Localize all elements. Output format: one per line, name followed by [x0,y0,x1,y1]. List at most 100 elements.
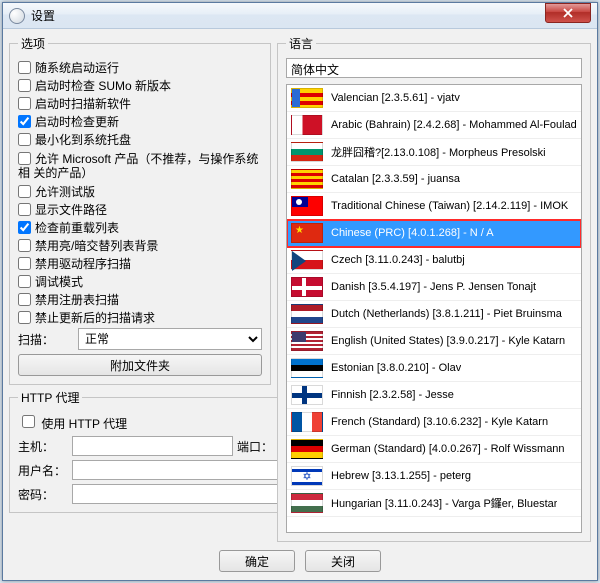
language-label: Arabic (Bahrain) [2.4.2.68] - Mohammed A… [331,119,577,131]
option-item[interactable]: 检查前重载列表 [18,220,262,236]
footer: 确定 关闭 [9,546,591,574]
language-label: Czech [3.11.0.243] - balutbj [331,254,465,266]
bahrain-flag-icon [291,115,323,135]
option-checkbox[interactable] [18,293,31,306]
language-item[interactable]: Arabic (Bahrain) [2.4.2.68] - Mohammed A… [287,112,581,139]
option-checkbox[interactable] [18,203,31,216]
option-label: 调试模式 [35,275,83,289]
language-item[interactable]: Valencian [2.3.5.61] - vjatv [287,85,581,112]
option-item[interactable]: 允许 Microsoft 产品（不推荐，与操作系统相 关的产品） [18,150,262,182]
language-item[interactable]: Finnish [2.3.2.58] - Jesse [287,382,581,409]
option-checkbox[interactable] [18,311,31,324]
option-checkbox[interactable] [18,221,31,234]
language-item[interactable]: Czech [3.11.0.243] - balutbj [287,247,581,274]
option-label: 显示文件路径 [35,203,107,217]
option-item[interactable]: 允许测试版 [18,184,262,200]
language-label: Finnish [2.3.2.58] - Jesse [331,389,454,401]
language-list[interactable]: Valencian [2.3.5.61] - vjatv Arabic (Bahr… [286,84,582,533]
france-flag-icon [291,412,323,432]
close-icon [563,8,573,18]
option-item[interactable]: 禁用注册表扫描 [18,292,262,308]
language-label: German (Standard) [4.0.0.267] - Rolf Wis… [331,443,565,455]
language-label: Hungarian [3.11.0.243] - Varga P鑼er, Blu… [331,495,557,511]
hungary-flag-icon [291,493,323,513]
language-item[interactable]: 龙胖囧稽?[2.13.0.108] - Morpheus Presolski [287,139,581,166]
option-label: 检查前重载列表 [35,221,119,235]
czech-flag-icon [291,250,323,270]
usa-flag-icon [291,331,323,351]
option-checkbox[interactable] [18,275,31,288]
option-item[interactable]: 禁用驱动程序扫描 [18,256,262,272]
option-label: 禁止更新后的扫描请求 [35,311,155,325]
option-item[interactable]: 最小化到系统托盘 [18,132,262,148]
scan-row: 扫描： 正常 [18,328,262,350]
language-label: Chinese (PRC) [4.0.1.268] - N / A [331,227,494,239]
language-item[interactable]: Estonian [3.8.0.210] - Olav [287,355,581,382]
language-item[interactable]: Danish [3.5.4.197] - Jens P. Jensen Tona… [287,274,581,301]
denmark-flag-icon [291,277,323,297]
option-item[interactable]: 禁用亮/暗交替列表背景 [18,238,262,254]
option-label: 启动时检查 SUMo 新版本 [35,79,171,93]
option-item[interactable]: 启动时检查 SUMo 新版本 [18,78,262,94]
option-item[interactable]: 随系统启动运行 [18,60,262,76]
option-checkbox[interactable] [18,257,31,270]
finland-flag-icon [291,385,323,405]
option-label: 启动时扫描新软件 [35,97,131,111]
language-legend: 语言 [286,35,316,52]
language-item[interactable]: Catalan [2.3.3.59] - juansa [287,166,581,193]
close-button[interactable]: 关闭 [305,550,381,572]
option-checkbox[interactable] [18,61,31,74]
option-checkbox[interactable] [18,97,31,110]
language-label: Dutch (Netherlands) [3.8.1.211] - Piet B… [331,308,562,320]
use-proxy-checkbox[interactable] [22,415,35,428]
current-language[interactable]: 简体中文 [286,58,582,78]
language-item[interactable]: Traditional Chinese (Taiwan) [2.14.2.119… [287,193,581,220]
option-checkbox[interactable] [18,239,31,252]
option-item[interactable]: 禁止更新后的扫描请求 [18,310,262,326]
option-label: 启动时检查更新 [35,115,119,129]
option-label: 允许测试版 [35,185,95,199]
host-input[interactable] [72,436,233,456]
valencian-flag-icon [291,88,323,108]
left-column: 选项 随系统启动运行启动时检查 SUMo 新版本启动时扫描新软件启动时检查更新最… [9,35,271,542]
proxy-legend: HTTP 代理 [18,389,82,406]
option-checkbox[interactable] [18,133,31,146]
language-item[interactable]: Hebrew [3.13.1.255] - peterg [287,463,581,490]
option-checkbox[interactable] [18,115,31,128]
language-item[interactable]: Chinese (PRC) [4.0.1.268] - N / A [287,220,581,247]
titlebar: 设置 [3,3,597,29]
option-checkbox[interactable] [18,185,31,198]
option-label: 允许 Microsoft 产品（不推荐，与操作系统相 关的产品） [18,152,258,180]
proxy-grid: 主机： 端口： 用户名： 密码： [18,436,321,504]
option-item[interactable]: 启动时扫描新软件 [18,96,262,112]
option-label: 禁用驱动程序扫描 [35,257,131,271]
option-item[interactable]: 显示文件路径 [18,202,262,218]
option-item[interactable]: 调试模式 [18,274,262,290]
language-label: Danish [3.5.4.197] - Jens P. Jensen Tona… [331,281,536,293]
option-checkbox[interactable] [18,79,31,92]
language-label: 龙胖囧稽?[2.13.0.108] - Morpheus Presolski [331,144,546,160]
language-item[interactable]: Dutch (Netherlands) [3.8.1.211] - Piet B… [287,301,581,328]
client-area: 选项 随系统启动运行启动时检查 SUMo 新版本启动时扫描新软件启动时检查更新最… [3,29,597,580]
options-group: 选项 随系统启动运行启动时检查 SUMo 新版本启动时扫描新软件启动时检查更新最… [9,35,271,385]
language-label: Traditional Chinese (Taiwan) [2.14.2.119… [331,200,568,212]
language-item[interactable]: French (Standard) [3.10.6.232] - Kyle Ka… [287,409,581,436]
option-item[interactable]: 启动时检查更新 [18,114,262,130]
language-item[interactable]: English (United States) [3.9.0.217] - Ky… [287,328,581,355]
ok-button[interactable]: 确定 [219,550,295,572]
prc-flag-icon [291,223,323,243]
scan-label: 扫描： [18,331,78,348]
language-item[interactable]: German (Standard) [4.0.0.267] - Rolf Wis… [287,436,581,463]
estonia-flag-icon [291,358,323,378]
israel-flag-icon [291,466,323,486]
option-checkbox[interactable] [18,152,31,165]
use-proxy-check[interactable]: 使用 HTTP 代理 [18,412,321,432]
netherlands-flag-icon [291,304,323,324]
scan-mode-select[interactable]: 正常 [78,328,262,350]
use-proxy-label: 使用 HTTP 代理 [41,417,127,431]
attach-folder-button[interactable]: 附加文件夹 [18,354,262,376]
language-item[interactable]: Hungarian [3.11.0.243] - Varga P鑼er, Blu… [287,490,581,517]
language-label: English (United States) [3.9.0.217] - Ky… [331,335,565,347]
close-window-button[interactable] [545,3,591,23]
window-title: 设置 [31,7,597,24]
